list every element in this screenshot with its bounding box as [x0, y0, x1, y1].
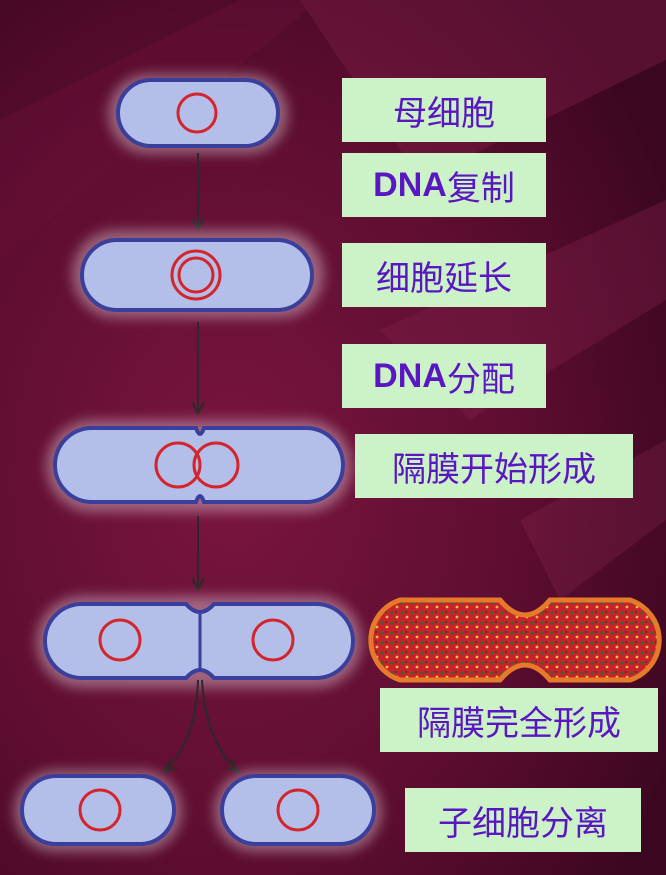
- label-dna-distribution-suffix: 分配: [446, 359, 515, 400]
- label-septum-begin-text: 隔膜开始形成: [392, 449, 596, 490]
- label-septum-begin: 隔膜开始形成: [355, 434, 633, 498]
- label-cell-elongation: 细胞延长: [342, 243, 546, 307]
- arrow-icon: [165, 679, 199, 771]
- label-dna-distribution-prefix: DNA: [373, 356, 447, 395]
- septum-forming-cell: [46, 420, 352, 512]
- label-cell-elongation-text: 细胞延长: [376, 258, 512, 299]
- label-daughter-separation: 子细胞分离: [405, 788, 641, 852]
- daughter-cell-left: [14, 770, 182, 852]
- label-septum-complete-text: 隔膜完全形成: [417, 703, 621, 744]
- label-dna-replication: DNA 复制: [342, 153, 546, 217]
- label-dna-replication-prefix: DNA: [373, 165, 447, 204]
- label-daughter-separation-text: 子细胞分离: [438, 803, 608, 844]
- label-mother-cell-text: 母细胞: [393, 93, 495, 134]
- micrograph-image: [368, 597, 662, 683]
- septum-complete-cell: [36, 596, 362, 688]
- daughter-cell-right: [214, 770, 382, 852]
- label-septum-complete: 隔膜完全形成: [380, 688, 658, 752]
- label-dna-replication-suffix: 复制: [446, 168, 515, 209]
- arrow-icon: [201, 679, 237, 771]
- label-dna-distribution: DNA 分配: [342, 344, 546, 408]
- mother-cell: [108, 74, 288, 154]
- label-mother-cell: 母细胞: [342, 78, 546, 142]
- elongated-cell: [72, 230, 324, 318]
